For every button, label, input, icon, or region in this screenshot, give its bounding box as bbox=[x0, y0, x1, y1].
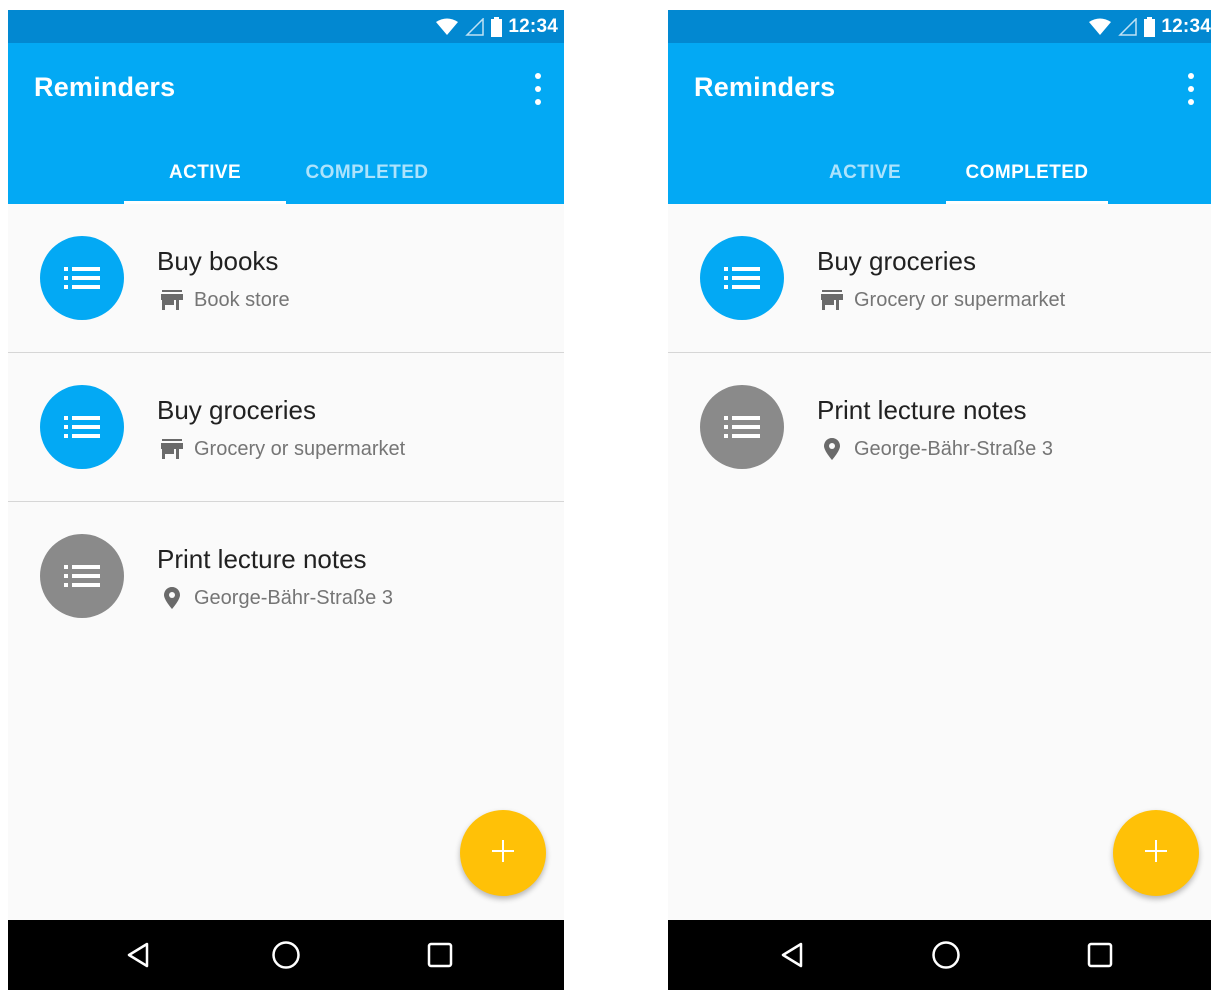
reminder-list: Buy groceries Grocery or supermarket Pri… bbox=[668, 204, 1211, 501]
cellular-signal-icon bbox=[1118, 17, 1138, 36]
list-item[interactable]: Buy groceries Grocery or supermarket bbox=[8, 353, 564, 502]
battery-icon bbox=[491, 16, 503, 37]
list-item[interactable]: Buy books Book store bbox=[8, 204, 564, 353]
tab-completed[interactable]: COMPLETED bbox=[946, 141, 1108, 204]
recents-icon[interactable] bbox=[1060, 920, 1140, 990]
wifi-icon bbox=[435, 18, 459, 36]
phone-screen-completed-tab: 12:34 Reminders ACTIVE COMPLETED Buy gro… bbox=[668, 10, 1211, 990]
store-icon bbox=[160, 290, 184, 310]
cellular-signal-icon bbox=[465, 17, 485, 36]
location-pin-icon bbox=[820, 438, 844, 460]
app-title: Reminders bbox=[694, 72, 836, 102]
item-subtitle: Grocery or supermarket bbox=[194, 437, 406, 460]
item-subtitle: George-Bähr-Straße 3 bbox=[854, 437, 1053, 460]
status-time: 12:34 bbox=[1161, 15, 1211, 37]
item-subtitle: George-Bähr-Straße 3 bbox=[194, 586, 393, 609]
add-reminder-button[interactable] bbox=[460, 810, 546, 896]
list-icon bbox=[700, 236, 784, 320]
status-time: 12:34 bbox=[508, 15, 558, 37]
item-title: Buy groceries bbox=[817, 246, 976, 276]
status-bar: 12:34 bbox=[668, 10, 1211, 43]
tab-bar: ACTIVE COMPLETED bbox=[8, 141, 564, 204]
phone-screen-active-tab: 12:34 Reminders ACTIVE COMPLETED Buy boo… bbox=[8, 10, 564, 990]
overflow-menu-icon[interactable] bbox=[1183, 73, 1199, 105]
list-icon bbox=[40, 385, 124, 469]
tab-label: ACTIVE bbox=[168, 161, 242, 183]
item-title: Print lecture notes bbox=[157, 544, 367, 574]
navigation-bar bbox=[668, 920, 1211, 990]
reminder-list: Buy books Book store Buy groceries Groce… bbox=[8, 204, 564, 650]
back-icon[interactable] bbox=[98, 920, 178, 990]
tab-label: COMPLETED bbox=[305, 161, 429, 183]
list-item[interactable]: Print lecture notes George-Bähr-Straße 3 bbox=[8, 502, 564, 650]
item-title: Print lecture notes bbox=[817, 395, 1027, 425]
plus-icon bbox=[492, 839, 514, 867]
back-icon[interactable] bbox=[752, 920, 832, 990]
tab-active[interactable]: ACTIVE bbox=[784, 141, 946, 204]
status-bar: 12:34 bbox=[8, 10, 564, 43]
app-bar: Reminders ACTIVE COMPLETED bbox=[8, 43, 564, 204]
home-icon[interactable] bbox=[906, 920, 986, 990]
list-icon bbox=[700, 385, 784, 469]
add-reminder-button[interactable] bbox=[1113, 810, 1199, 896]
list-item[interactable]: Buy groceries Grocery or supermarket bbox=[668, 204, 1211, 353]
tab-completed[interactable]: COMPLETED bbox=[286, 141, 448, 204]
home-icon[interactable] bbox=[246, 920, 326, 990]
navigation-bar bbox=[8, 920, 564, 990]
tab-label: COMPLETED bbox=[965, 161, 1089, 183]
list-item[interactable]: Print lecture notes George-Bähr-Straße 3 bbox=[668, 353, 1211, 501]
location-pin-icon bbox=[160, 587, 184, 609]
store-icon bbox=[820, 290, 844, 310]
list-icon bbox=[40, 534, 124, 618]
item-title: Buy groceries bbox=[157, 395, 316, 425]
item-title: Buy books bbox=[157, 246, 279, 276]
tab-active[interactable]: ACTIVE bbox=[124, 141, 286, 204]
item-subtitle: Book store bbox=[194, 288, 290, 311]
tab-bar: ACTIVE COMPLETED bbox=[668, 141, 1211, 204]
app-bar: Reminders ACTIVE COMPLETED bbox=[668, 43, 1211, 204]
tab-label: ACTIVE bbox=[828, 161, 902, 183]
list-icon bbox=[40, 236, 124, 320]
wifi-icon bbox=[1088, 18, 1112, 36]
recents-icon[interactable] bbox=[400, 920, 480, 990]
plus-icon bbox=[1145, 839, 1167, 867]
battery-icon bbox=[1144, 16, 1156, 37]
item-subtitle: Grocery or supermarket bbox=[854, 288, 1066, 311]
app-title: Reminders bbox=[34, 72, 176, 102]
store-icon bbox=[160, 439, 184, 459]
overflow-menu-icon[interactable] bbox=[530, 73, 546, 105]
